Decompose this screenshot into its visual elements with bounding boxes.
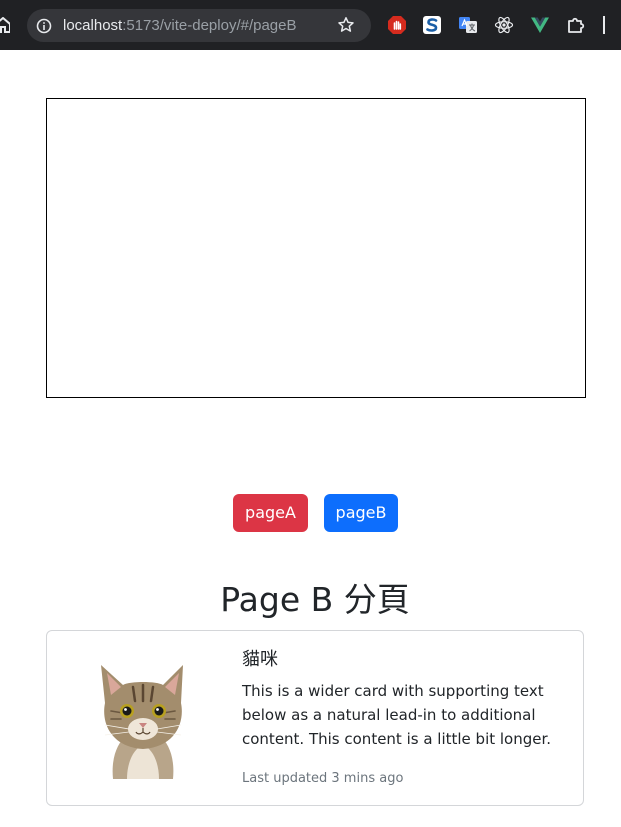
- page-b-button[interactable]: pageB: [324, 494, 398, 532]
- site-info-icon[interactable]: [36, 18, 52, 34]
- url-text[interactable]: localhost:5173/vite-deploy/#/pageB: [63, 17, 297, 34]
- toolbar-divider: [603, 16, 605, 34]
- card-title: 貓咪: [242, 649, 278, 670]
- s-extension-icon[interactable]: [422, 15, 442, 35]
- home-icon[interactable]: [0, 17, 10, 33]
- bookmark-star-icon[interactable]: [337, 16, 355, 34]
- google-translate-icon[interactable]: [458, 15, 478, 35]
- browser-toolbar: localhost:5173/vite-deploy/#/pageB: [0, 0, 621, 50]
- card-text: This is a wider card with supporting tex…: [242, 682, 552, 748]
- address-bar[interactable]: localhost:5173/vite-deploy/#/pageB: [27, 9, 371, 42]
- extensions-puzzle-icon[interactable]: [566, 15, 586, 35]
- adblock-icon[interactable]: [387, 15, 407, 35]
- content-frame: [46, 98, 586, 398]
- card-updated-time: Last updated 3 mins ago: [242, 771, 404, 786]
- cat-card: 貓咪 This is a wider card with supporting …: [46, 630, 584, 806]
- url-path: :5173/vite-deploy/#/pageB: [122, 17, 297, 34]
- page-a-button[interactable]: pageA: [233, 494, 308, 532]
- react-devtools-icon[interactable]: [494, 15, 514, 35]
- vue-devtools-icon[interactable]: [530, 15, 550, 35]
- cat-image: [101, 665, 183, 779]
- page-title: Page B 分頁: [220, 580, 410, 619]
- url-host: localhost: [63, 17, 123, 34]
